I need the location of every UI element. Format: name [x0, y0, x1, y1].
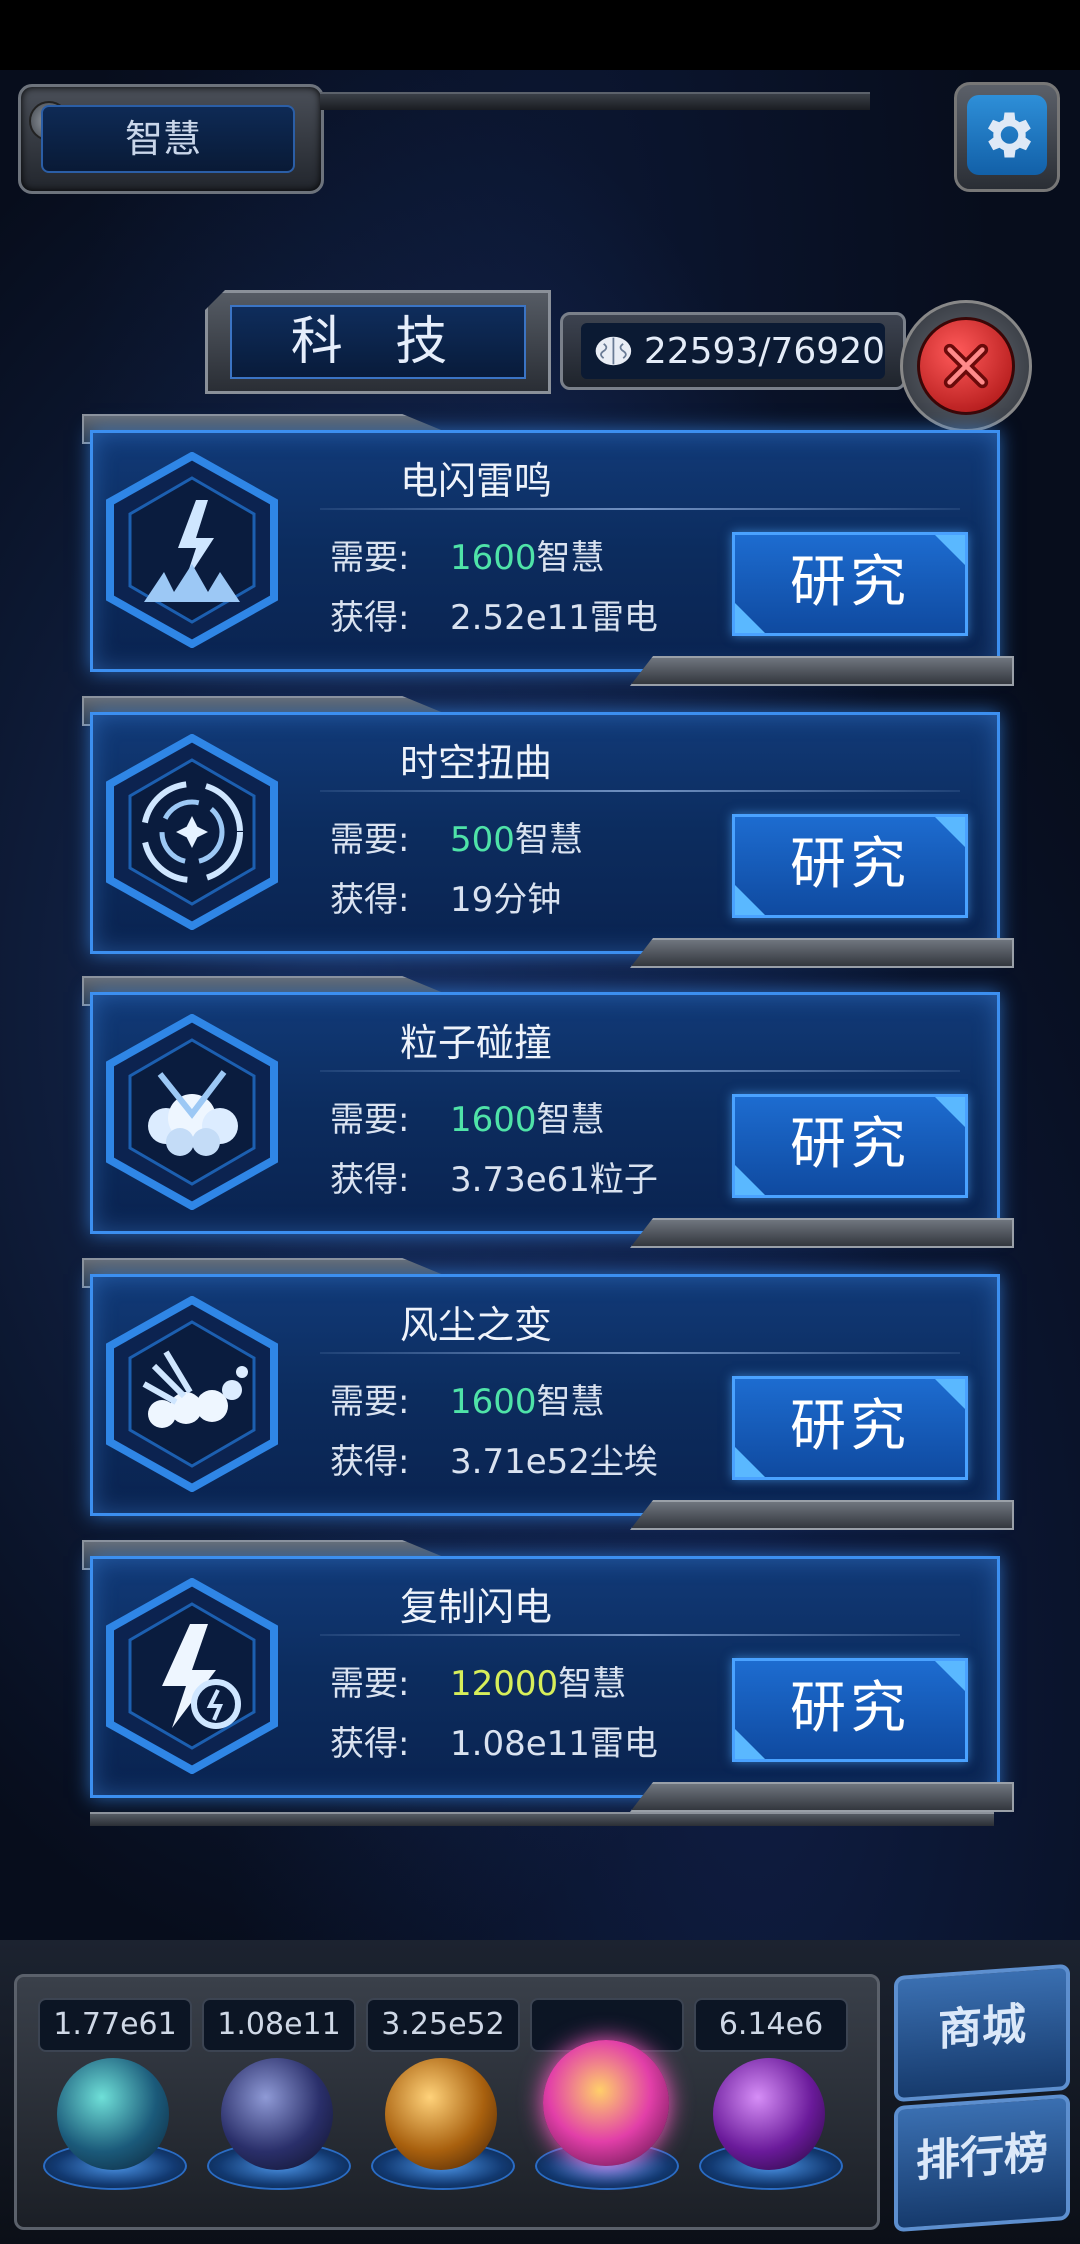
tech-name: 粒子碰撞	[400, 1021, 553, 1065]
gear-icon	[988, 112, 1031, 158]
research-button[interactable]: 研究	[732, 814, 968, 918]
tech-card: 复制闪电 需要: 12000智慧 获得: 1.08e11雷电 研究	[82, 1540, 1014, 1812]
tech-card: 风尘之变 需要: 1600智慧 获得: 3.71e52尘埃 研究	[82, 1258, 1014, 1530]
resource-value: 1.08e11	[202, 1998, 356, 2052]
tech-card: 电闪雷鸣 需要: 1600智慧 获得: 2.52e11雷电 研究	[82, 414, 1014, 686]
card-rail-decoration	[630, 1500, 1014, 1530]
tech-cost: 需要: 500智慧	[330, 820, 583, 860]
top-bar: 智慧	[0, 70, 1080, 200]
tech-card: 粒子碰撞 需要: 1600智慧 获得: 3.73e61粒子 研究	[82, 976, 1014, 1248]
status-bar	[0, 0, 1080, 70]
tech-cost: 需要: 12000智慧	[330, 1664, 627, 1704]
replicate-lightning-icon	[106, 1578, 278, 1774]
dust-cloud-icon	[106, 1296, 278, 1492]
panel-bottom-rail	[90, 1812, 994, 1826]
close-button[interactable]	[900, 300, 1032, 432]
resource-value: 6.14e6	[694, 1998, 848, 2052]
neuron-counter: 22593/76920	[560, 312, 906, 390]
research-button[interactable]: 研究	[732, 1094, 968, 1198]
resource-value: 3.25e52	[366, 1998, 520, 2052]
tech-reward: 获得: 2.52e11雷电	[330, 598, 658, 638]
tech-name: 时空扭曲	[400, 741, 553, 785]
card-rail-decoration	[630, 656, 1014, 686]
wisdom-tab[interactable]: 智慧	[18, 84, 324, 194]
tech-reward: 获得: 3.73e61粒子	[330, 1160, 658, 1200]
tech-reward: 获得: 19分钟	[330, 880, 562, 920]
tech-cost: 需要: 1600智慧	[330, 1100, 605, 1140]
particle-orb-icon[interactable]	[57, 2058, 169, 2170]
tech-reward: 获得: 1.08e11雷电	[330, 1724, 658, 1764]
wisdom-tab-label: 智慧	[41, 105, 295, 173]
resource-value: 1.77e61	[38, 1998, 192, 2052]
settings-button[interactable]	[954, 82, 1060, 192]
lightning-orb-icon[interactable]	[221, 2058, 333, 2170]
time-orb-icon[interactable]	[713, 2058, 825, 2170]
particle-collision-icon	[106, 1014, 278, 1210]
card-rail-decoration	[630, 1782, 1014, 1812]
lightning-strike-icon	[106, 452, 278, 648]
tech-name: 电闪雷鸣	[400, 459, 553, 503]
brain-orb-icon[interactable]	[543, 2040, 669, 2166]
card-rail-decoration	[630, 1218, 1014, 1248]
panel-title-plate: 科 技	[205, 290, 551, 394]
tech-name: 复制闪电	[400, 1585, 553, 1629]
panel-title: 科 技	[230, 305, 526, 379]
resource-dock: 1.77e61 1.08e11 3.25e52 6.14e6 商城 排行榜	[0, 1940, 1080, 2244]
leaderboard-button[interactable]: 排行榜	[894, 2093, 1070, 2233]
vortex-icon	[106, 734, 278, 930]
research-button[interactable]: 研究	[732, 1658, 968, 1762]
top-rail	[320, 92, 870, 110]
tech-card: 时空扭曲 需要: 500智慧 获得: 19分钟 研究	[82, 696, 1014, 968]
tech-cost: 需要: 1600智慧	[330, 538, 605, 578]
neuron-count: 22593/76920	[643, 330, 885, 372]
shop-button[interactable]: 商城	[894, 1963, 1070, 2103]
research-button[interactable]: 研究	[732, 1376, 968, 1480]
brain-icon	[595, 336, 632, 366]
research-button[interactable]: 研究	[732, 532, 968, 636]
tech-reward: 获得: 3.71e52尘埃	[330, 1442, 658, 1482]
tech-name: 风尘之变	[400, 1303, 553, 1347]
card-rail-decoration	[630, 938, 1014, 968]
tech-cost: 需要: 1600智慧	[330, 1382, 605, 1422]
close-icon	[943, 343, 989, 389]
dust-orb-icon[interactable]	[385, 2058, 497, 2170]
